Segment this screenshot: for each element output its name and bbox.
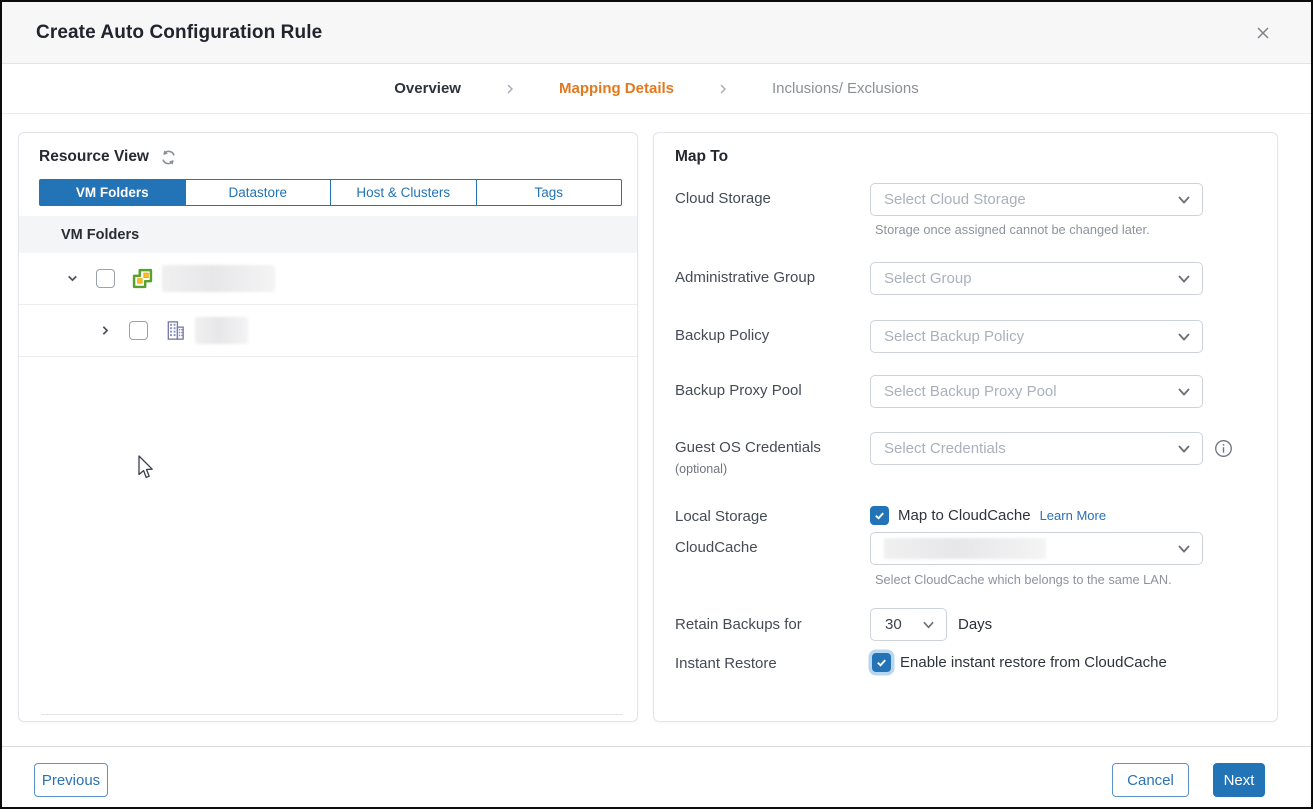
backup-policy-placeholder: Select Backup Policy (884, 328, 1024, 345)
previous-button[interactable]: Previous (34, 763, 108, 797)
datacenter-icon (164, 319, 187, 342)
tab-host-clusters[interactable]: Host & Clusters (331, 179, 477, 206)
chevron-down-icon (1177, 543, 1191, 554)
backup-proxy-pool-placeholder: Select Backup Proxy Pool (884, 383, 1057, 400)
tree-row-vcenter[interactable] (19, 253, 637, 305)
backup-policy-label: Backup Policy (675, 327, 769, 344)
cloud-storage-label: Cloud Storage (675, 190, 771, 207)
tab-vm-folders[interactable]: VM Folders (39, 179, 186, 206)
resource-view-tabs: VM Folders Datastore Host & Clusters Tag… (39, 179, 622, 206)
map-to-cloudcache-row: Map to CloudCache Learn More (870, 506, 1106, 525)
chevron-down-icon[interactable] (66, 272, 79, 285)
dialog-title: Create Auto Configuration Rule (36, 22, 322, 44)
chevron-right-icon (503, 82, 517, 96)
map-to-title: Map To (675, 148, 728, 166)
admin-group-label: Administrative Group (675, 269, 815, 286)
guest-os-credentials-optional: (optional) (675, 462, 727, 476)
chevron-down-icon (1177, 273, 1191, 284)
cloudcache-select[interactable] (870, 532, 1203, 565)
cancel-button[interactable]: Cancel (1112, 763, 1189, 797)
map-to-cloudcache-checkbox[interactable] (870, 506, 889, 525)
backup-proxy-pool-select[interactable]: Select Backup Proxy Pool (870, 375, 1203, 408)
datacenter-name-redacted (195, 317, 248, 344)
dialog-header: Create Auto Configuration Rule (2, 2, 1311, 64)
info-icon[interactable] (1214, 439, 1233, 458)
retention-days-select[interactable]: 30 (870, 608, 947, 641)
vcenter-checkbox[interactable] (96, 269, 115, 288)
chevron-down-icon (922, 620, 935, 630)
resource-view-header: Resource View (19, 133, 637, 177)
instant-restore-row: Enable instant restore from CloudCache (872, 653, 1167, 672)
step-inclusions-exclusions[interactable]: Inclusions/ Exclusions (772, 80, 919, 97)
backup-proxy-pool-label: Backup Proxy Pool (675, 382, 802, 399)
retention-days-value: 30 (885, 616, 902, 633)
chevron-down-icon (1177, 331, 1191, 342)
footer-divider (2, 746, 1311, 747)
instant-restore-checkbox[interactable] (872, 653, 891, 672)
instant-restore-checkbox-label[interactable]: Enable instant restore from CloudCache (900, 654, 1167, 671)
cloud-storage-placeholder: Select Cloud Storage (884, 191, 1026, 208)
chevron-down-icon (1177, 386, 1191, 397)
backup-policy-select[interactable]: Select Backup Policy (870, 320, 1203, 353)
map-to-panel: Map To Cloud Storage Select Cloud Storag… (653, 132, 1278, 722)
guest-os-credentials-placeholder: Select Credentials (884, 440, 1006, 457)
retention-label: Retain Backups for (675, 616, 802, 633)
tree-column-header: VM Folders (19, 216, 637, 253)
tree-row-datacenter[interactable] (19, 305, 637, 357)
chevron-down-icon (1177, 194, 1191, 205)
local-storage-label: Local Storage (675, 508, 768, 525)
instant-restore-label: Instant Restore (675, 655, 777, 672)
chevron-right-icon (716, 82, 730, 96)
cloud-storage-helper: Storage once assigned cannot be changed … (875, 222, 1150, 237)
vcenter-name-redacted (162, 265, 275, 292)
panel-bottom-divider (41, 714, 623, 715)
resource-view-title: Resource View (39, 148, 149, 166)
admin-group-placeholder: Select Group (884, 270, 972, 287)
learn-more-link[interactable]: Learn More (1040, 508, 1106, 523)
step-mapping-details[interactable]: Mapping Details (559, 80, 674, 97)
cloudcache-value-redacted (884, 538, 1046, 559)
guest-os-credentials-label: Guest OS Credentials (675, 439, 821, 456)
close-icon[interactable] (1255, 25, 1271, 41)
refresh-icon[interactable] (160, 149, 177, 166)
tab-tags[interactable]: Tags (477, 179, 623, 206)
tab-datastore[interactable]: Datastore (186, 179, 332, 206)
next-button[interactable]: Next (1213, 763, 1265, 797)
wizard-steps: Overview Mapping Details Inclusions/ Exc… (2, 64, 1311, 114)
cloudcache-label: CloudCache (675, 539, 758, 556)
create-auto-configuration-rule-dialog: Create Auto Configuration Rule Overview … (0, 0, 1313, 809)
retention-unit-label: Days (958, 616, 992, 633)
chevron-right-icon[interactable] (99, 324, 112, 337)
map-to-cloudcache-checkbox-label[interactable]: Map to CloudCache (898, 507, 1031, 524)
admin-group-select[interactable]: Select Group (870, 262, 1203, 295)
chevron-down-icon (1177, 443, 1191, 454)
resource-view-panel: Resource View VM Folders Datastore Host … (18, 132, 638, 722)
datacenter-checkbox[interactable] (129, 321, 148, 340)
vcenter-icon (131, 267, 154, 290)
cloudcache-helper: Select CloudCache which belongs to the s… (875, 572, 1172, 587)
guest-os-credentials-select[interactable]: Select Credentials (870, 432, 1203, 465)
cloud-storage-select[interactable]: Select Cloud Storage (870, 183, 1203, 216)
step-overview[interactable]: Overview (394, 80, 461, 97)
